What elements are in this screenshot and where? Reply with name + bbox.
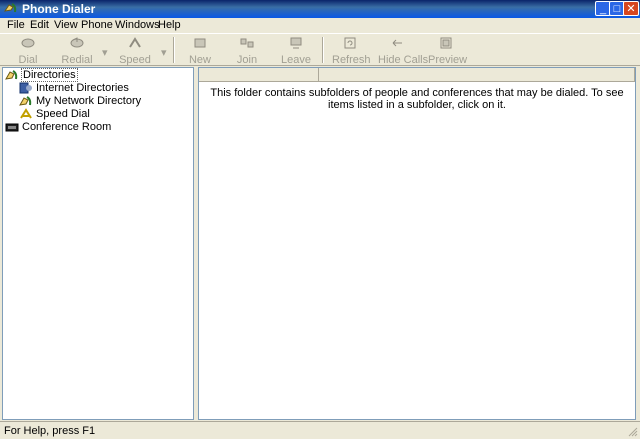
speed-dial-label: Speed Dial (36, 108, 90, 121)
preview-icon (440, 37, 452, 49)
toolbar: Dial Redial ▾ Speed ▾ New Join Leave Ref… (0, 33, 640, 66)
redial-label: Redial (61, 54, 93, 66)
join-label: Join (236, 54, 258, 66)
column-header[interactable] (319, 68, 635, 82)
tree-item-conference-room[interactable]: Conference Room (5, 121, 112, 134)
menu-bar: File Edit View Phone Windows Help (0, 18, 640, 32)
internet-directories-label: Internet Directories (36, 82, 129, 95)
status-bar: For Help, press F1 (0, 421, 640, 439)
leave-label: Leave (281, 54, 311, 66)
redial-dropdown-arrow[interactable]: ▾ (102, 46, 108, 59)
network-directory-icon (19, 96, 32, 106)
dial-label: Dial (18, 54, 38, 66)
new-conference-icon (194, 38, 206, 48)
leave-icon (290, 37, 302, 49)
preview-label: Preview (428, 54, 468, 66)
redial-button[interactable]: Redial (60, 36, 94, 66)
menu-help[interactable]: Help (158, 19, 181, 31)
status-text: For Help, press F1 (4, 425, 96, 437)
new-button[interactable]: New (184, 36, 216, 66)
close-button[interactable]: ✕ (623, 1, 639, 16)
menu-edit[interactable]: Edit (30, 19, 49, 31)
folder-info-message: This folder contains subfolders of peopl… (210, 87, 624, 111)
new-label: New (188, 54, 211, 66)
directory-tree[interactable]: Directories Internet Directories My Netw… (2, 67, 194, 420)
menu-windows[interactable]: Windows (115, 19, 160, 31)
conference-room-icon (5, 123, 19, 132)
tree-item-internet-directories[interactable]: Internet Directories (19, 82, 130, 95)
dial-phone-icon (21, 38, 35, 48)
column-header[interactable] (199, 68, 319, 82)
menu-view[interactable]: View (54, 19, 78, 31)
hide-calls-icon (392, 39, 402, 47)
content-pane[interactable]: This folder contains subfolders of peopl… (198, 67, 636, 420)
toolbar-separator (173, 37, 175, 63)
resize-grip-icon[interactable] (628, 427, 638, 437)
conference-room-label: Conference Room (22, 121, 112, 134)
speed-dial-icon (129, 37, 141, 48)
phone-dialer-app-icon (3, 3, 17, 13)
join-button[interactable]: Join (232, 36, 262, 66)
toolbar-separator (322, 37, 324, 63)
directories-icon (5, 70, 18, 80)
preview-button[interactable]: Preview (428, 36, 468, 66)
my-network-directory-label: My Network Directory (36, 95, 142, 108)
tree-item-speed-dial[interactable]: Speed Dial (19, 108, 91, 121)
title-bar[interactable]: Phone Dialer _ □ ✕ (0, 0, 640, 18)
refresh-label: Refresh (332, 54, 371, 66)
speed-label: Speed (119, 54, 151, 66)
refresh-button[interactable]: Refresh (332, 36, 371, 66)
hide-calls-button[interactable]: Hide Calls (378, 36, 429, 66)
hide-calls-label: Hide Calls (378, 54, 429, 66)
internet-directories-icon (19, 82, 32, 94)
menu-phone[interactable]: Phone (81, 19, 113, 31)
window-title: Phone Dialer (22, 2, 96, 16)
join-icon (240, 38, 254, 48)
redial-icon (70, 37, 84, 48)
dial-button[interactable]: Dial (10, 36, 46, 66)
menu-file[interactable]: File (7, 19, 25, 31)
directories-label: Directories (21, 68, 78, 83)
refresh-icon (344, 37, 356, 49)
speed-dropdown-arrow[interactable]: ▾ (161, 46, 167, 59)
leave-button[interactable]: Leave (280, 36, 312, 66)
tree-item-directories[interactable]: Directories (5, 68, 78, 83)
speed-button[interactable]: Speed (118, 36, 152, 66)
speed-dial-icon (20, 108, 32, 119)
tree-item-my-network-directory[interactable]: My Network Directory (19, 95, 142, 108)
